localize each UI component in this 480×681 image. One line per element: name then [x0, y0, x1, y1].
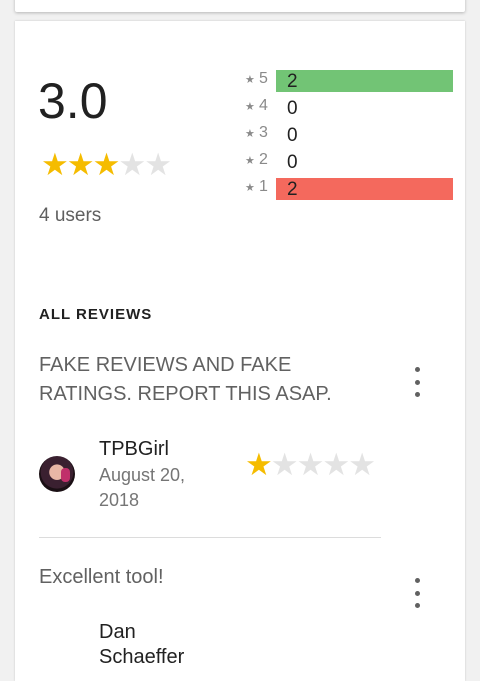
- reviewer-name[interactable]: Dan Schaeffer: [99, 620, 209, 670]
- user-count: 4 users: [39, 205, 102, 226]
- star-filled-icon: ★: [66, 147, 95, 183]
- histogram-count: 0: [287, 152, 298, 173]
- histogram-count: 2: [287, 71, 298, 92]
- histogram-level: 3: [259, 124, 268, 141]
- review-date: August 20, 2018: [99, 465, 186, 510]
- histogram-bar: [276, 178, 453, 200]
- star-empty-icon: ★: [348, 447, 376, 483]
- histogram-level: 4: [259, 97, 268, 114]
- average-rating: 3.0: [38, 73, 108, 129]
- dot: [414, 590, 420, 596]
- star-filled-icon: ★: [245, 447, 273, 483]
- star-empty-icon: ★: [118, 147, 146, 183]
- star-filled-icon: ★: [41, 147, 69, 183]
- star-empty-icon: ★: [322, 447, 350, 483]
- histogram-row-1: ★ 1 2: [245, 177, 455, 201]
- previous-card-edge: [15, 0, 465, 12]
- star-empty-icon: ★: [270, 447, 299, 483]
- dot: [414, 379, 420, 385]
- star-icon: ★: [245, 181, 255, 194]
- dot: [414, 367, 420, 372]
- histogram-row-5: ★ 5 2: [245, 69, 455, 93]
- dot: [414, 603, 420, 608]
- dot: [414, 392, 420, 397]
- histogram-row-2: ★ 2 0: [245, 150, 455, 174]
- average-rating-stars: ★ ★ ★ ★ ★: [41, 147, 172, 183]
- histogram-bar: [276, 70, 453, 92]
- histogram-level: 5: [259, 70, 268, 87]
- star-icon: ★: [245, 154, 255, 167]
- star-icon: ★: [245, 127, 255, 140]
- review-text: Excellent tool!: [39, 566, 164, 588]
- histogram-count: 0: [287, 125, 298, 146]
- more-options-icon[interactable]: [411, 367, 423, 397]
- star-icon: ★: [245, 100, 255, 113]
- star-filled-icon: ★: [92, 147, 121, 183]
- histogram-level: 1: [259, 178, 268, 195]
- review-rating-stars: ★ ★ ★ ★ ★: [245, 447, 376, 483]
- histogram-row-4: ★ 4 0: [245, 96, 455, 120]
- review-divider: [39, 537, 381, 538]
- dot: [414, 578, 420, 583]
- histogram-row-3: ★ 3 0: [245, 123, 455, 147]
- avatar[interactable]: [39, 456, 75, 492]
- more-options-icon[interactable]: [411, 578, 423, 608]
- all-reviews-heading: ALL REVIEWS: [39, 306, 153, 323]
- star-empty-icon: ★: [296, 447, 325, 483]
- reviewer-name[interactable]: TPBGirl: [99, 438, 169, 461]
- star-icon: ★: [245, 73, 255, 86]
- histogram-level: 2: [259, 151, 268, 168]
- star-empty-icon: ★: [144, 147, 172, 183]
- review-text: FAKE REVIEWS AND FAKE RATINGS. REPORT TH…: [39, 354, 332, 405]
- histogram-count: 2: [287, 179, 298, 200]
- histogram-count: 0: [287, 98, 298, 119]
